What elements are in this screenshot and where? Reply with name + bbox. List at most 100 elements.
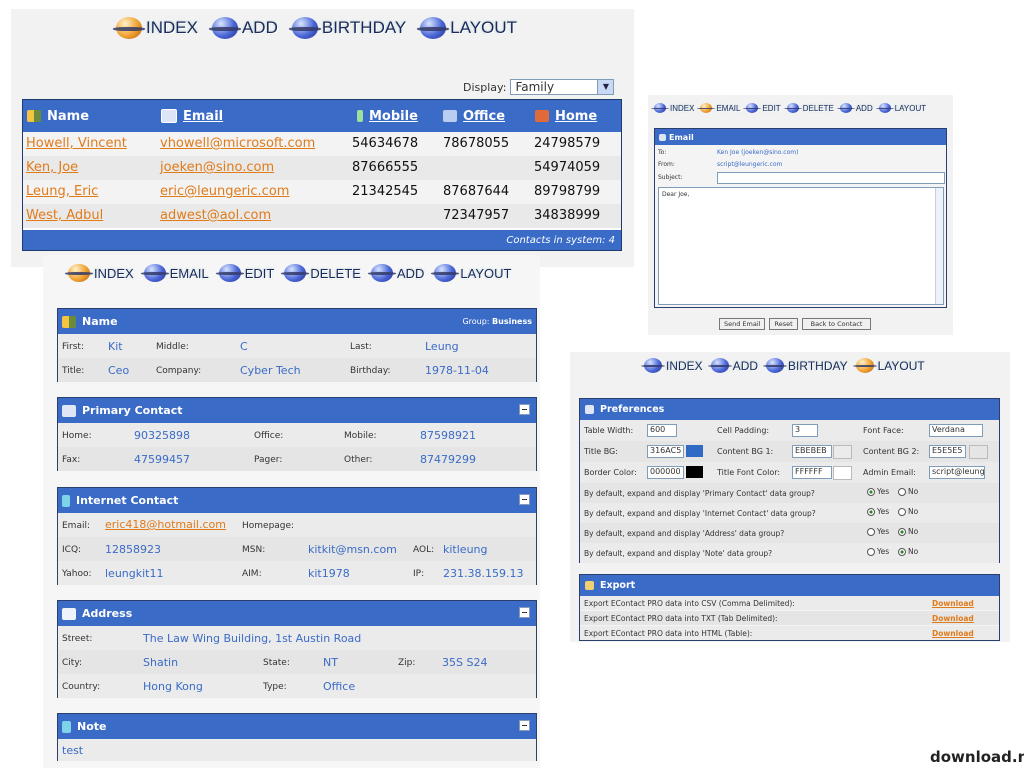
name-row-2: Title: Ceo Company: Cyber Tech Birthday:…	[58, 358, 536, 382]
cell-name[interactable]: Ken, Joe	[26, 160, 78, 175]
nav-index[interactable]: INDEX	[641, 358, 703, 373]
radio-label: Yes	[877, 547, 890, 556]
radio-button-icon[interactable]	[898, 507, 906, 516]
radio-label: Yes	[877, 527, 890, 536]
note-row: test	[58, 739, 536, 761]
download-link[interactable]: Download	[932, 629, 974, 638]
nav-add[interactable]: ADD	[707, 358, 758, 373]
nav-layout[interactable]: LAYOUT	[431, 264, 511, 282]
prefs-panel: INDEX ADD BIRTHDAY LAYOUT Preferences Ta…	[570, 352, 1010, 642]
nav-email[interactable]: EMAIL	[140, 264, 209, 282]
cell-name[interactable]: Howell, Vincent	[26, 136, 127, 151]
nav-edit[interactable]: EDIT	[215, 264, 274, 282]
nav-birthday[interactable]: BIRTHDAY	[763, 358, 848, 373]
cell-email[interactable]: eric@leungeric.com	[160, 184, 289, 199]
radio-button-icon[interactable]	[867, 527, 875, 536]
table-row: Ken, Joe joeken@sino.com 87666555 54974059	[23, 156, 621, 180]
title-bg-input[interactable]: 316AC5	[647, 445, 684, 458]
nav-add[interactable]: ADD	[836, 103, 873, 113]
cell-name[interactable]: Leung, Eric	[26, 184, 98, 199]
nav-birthday[interactable]: BIRTHDAY	[288, 17, 406, 39]
radio-button-icon[interactable]	[898, 547, 906, 556]
subject-input[interactable]	[717, 172, 945, 184]
radio-yes[interactable]: Yes	[867, 527, 889, 536]
radio-yes[interactable]: Yes	[867, 487, 889, 496]
chevron-down-icon[interactable]: ▼	[597, 80, 614, 94]
radio-no[interactable]: No	[898, 547, 918, 556]
globe-icon	[288, 17, 321, 39]
radio-button-icon[interactable]	[867, 547, 875, 556]
collapse-icon[interactable]	[519, 720, 530, 731]
radio-button-icon[interactable]	[867, 507, 875, 516]
radio-button-icon[interactable]	[898, 527, 906, 536]
scrollbar[interactable]	[935, 188, 943, 304]
detail-nav: INDEX EMAIL EDIT DELETE ADD LAYOUT	[65, 264, 511, 282]
content-bg1-input[interactable]: EBEBEB	[792, 445, 832, 458]
address-header: Address	[58, 601, 536, 626]
export-row: Export EContact PRO data into HTML (Tabl…	[580, 626, 999, 640]
title-font-color-input[interactable]: FFFFFF	[792, 466, 832, 479]
border-color-input[interactable]: 000000	[647, 466, 684, 479]
globe-icon	[697, 103, 716, 113]
cell-email[interactable]: adwest@aol.com	[160, 208, 271, 223]
radio-button-icon[interactable]	[898, 487, 906, 496]
nav-delete[interactable]: DELETE	[783, 103, 834, 113]
cell-email[interactable]: vhowell@microsoft.com	[160, 136, 315, 151]
col-mobile[interactable]: Mobile	[357, 109, 418, 124]
send-email-button[interactable]: Send Email	[719, 318, 766, 330]
content-bg2-input[interactable]: E5E5E5	[929, 445, 966, 458]
globe-icon	[113, 17, 145, 39]
collapse-icon[interactable]	[519, 607, 530, 618]
contacts-nav: INDEX ADD BIRTHDAY LAYOUT	[113, 17, 531, 39]
back-to-contact-button[interactable]: Back to Contact	[801, 318, 872, 330]
cell-name[interactable]: West, Adbul	[26, 208, 103, 223]
collapse-icon[interactable]	[519, 404, 530, 415]
font-face-input[interactable]: Verdana	[929, 424, 983, 437]
nav-add[interactable]: ADD	[367, 264, 424, 282]
radio-yes[interactable]: Yes	[867, 547, 889, 556]
nav-index[interactable]: INDEX	[65, 264, 134, 282]
radio-no[interactable]: No	[898, 527, 918, 536]
radio-no[interactable]: No	[898, 487, 918, 496]
nav-email[interactable]: EMAIL	[697, 103, 740, 113]
cell-padding-input[interactable]: 3	[792, 424, 818, 437]
download-link[interactable]: Download	[932, 614, 974, 623]
nav-index[interactable]: INDEX	[651, 103, 694, 113]
email-to-row: To: Ken Joe (joeken@sino.com)	[658, 149, 799, 156]
col-office[interactable]: Office	[443, 109, 505, 124]
radio-no[interactable]: No	[898, 507, 918, 516]
reset-button[interactable]: Reset	[769, 318, 798, 330]
cell-home: 24798579	[534, 136, 601, 151]
download-link[interactable]: Download	[932, 599, 974, 608]
display-select[interactable]: Family ▼	[510, 79, 615, 95]
globe-icon	[65, 264, 93, 282]
email-from-row: From: script@leungeric.com	[658, 161, 783, 168]
internet-email-link[interactable]: eric418@hotmail.com	[105, 518, 226, 531]
expand-option-row: By default, expand and display 'Primary …	[580, 483, 999, 503]
col-email[interactable]: Email	[161, 109, 223, 124]
globe-icon	[875, 103, 894, 113]
nav-layout[interactable]: LAYOUT	[875, 103, 926, 113]
phone-icon	[357, 110, 363, 122]
radio-button-icon[interactable]	[867, 487, 875, 496]
col-name: Name	[27, 109, 89, 124]
globe-icon	[651, 103, 669, 113]
prefs-row-3: Border Color: 000000 Title Font Color: F…	[580, 462, 999, 483]
nav-delete[interactable]: DELETE	[281, 264, 361, 282]
nav-layout[interactable]: LAYOUT	[417, 17, 517, 39]
radio-label: No	[908, 547, 919, 556]
globe-icon	[367, 264, 396, 282]
cell-email[interactable]: joeken@sino.com	[160, 160, 274, 175]
nav-add[interactable]: ADD	[208, 17, 278, 39]
expand-option-text: By default, expand and display 'Internet…	[584, 509, 816, 518]
address-section: Address Street: The Law Wing Building, 1…	[57, 600, 537, 698]
collapse-icon[interactable]	[519, 494, 530, 505]
email-body-textarea[interactable]: Dear Joe,	[658, 187, 944, 305]
nav-edit[interactable]: EDIT	[743, 103, 781, 113]
table-width-input[interactable]: 600	[647, 424, 677, 437]
nav-layout[interactable]: LAYOUT	[852, 358, 925, 373]
nav-index[interactable]: INDEX	[113, 17, 198, 39]
col-home[interactable]: Home	[535, 109, 597, 124]
radio-yes[interactable]: Yes	[867, 507, 889, 516]
admin-email-input[interactable]: script@leung	[929, 466, 985, 479]
